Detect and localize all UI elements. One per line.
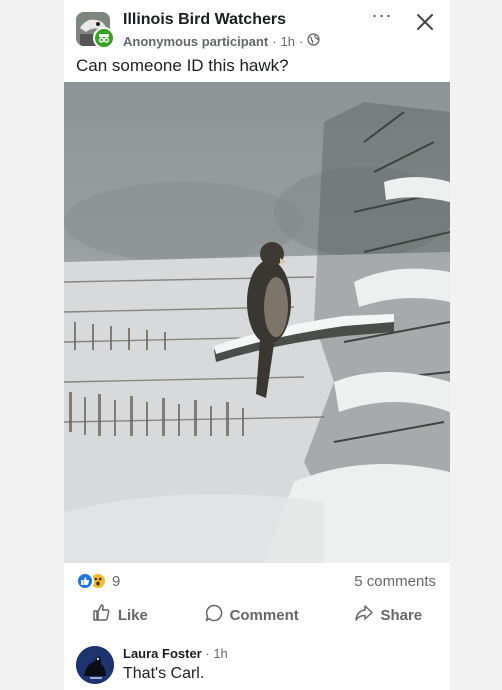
share-button[interactable]: Share — [354, 603, 422, 627]
post-photo[interactable] — [64, 82, 450, 563]
action-bar: Like Comment Share — [64, 600, 450, 630]
meta-separator: · — [299, 33, 304, 49]
globe-icon — [307, 33, 320, 49]
commenter-name-text[interactable]: Laura Foster — [123, 646, 202, 661]
post-card: Illinois Bird Watchers Anonymous partici… — [64, 0, 450, 690]
more-dots-icon[interactable]: ··· — [370, 6, 394, 32]
commenter-name[interactable]: Laura Foster · 1h — [123, 646, 228, 661]
reaction-summary[interactable]: 9 — [76, 572, 120, 590]
post-text: Can someone ID this hawk? — [76, 56, 289, 75]
reaction-count: 9 — [112, 572, 121, 590]
comment-button[interactable]: Comment — [204, 603, 299, 627]
meta-separator: · — [272, 33, 277, 49]
group-name[interactable]: Illinois Bird Watchers — [123, 11, 286, 29]
comment-label: Comment — [229, 606, 299, 624]
comment-text: That's Carl. — [123, 665, 205, 682]
share-label: Share — [380, 606, 423, 624]
like-button[interactable]: Like — [92, 603, 148, 627]
comments-count[interactable]: 5 comments — [354, 573, 436, 590]
author-name[interactable]: Anonymous participant — [123, 34, 268, 49]
like-label: Like — [117, 606, 148, 624]
like-icon — [76, 572, 94, 590]
close-icon[interactable] — [415, 12, 435, 32]
commenter-avatar[interactable] — [76, 646, 114, 684]
comment-bubble-icon — [204, 603, 224, 627]
share-arrow-icon — [354, 603, 374, 627]
post-time[interactable]: 1h — [281, 34, 295, 49]
post-meta: Anonymous participant · 1h · — [123, 33, 320, 49]
thumbs-up-icon — [92, 603, 112, 627]
comment-time: · 1h — [205, 646, 228, 661]
anonymous-badge-icon — [93, 27, 115, 49]
